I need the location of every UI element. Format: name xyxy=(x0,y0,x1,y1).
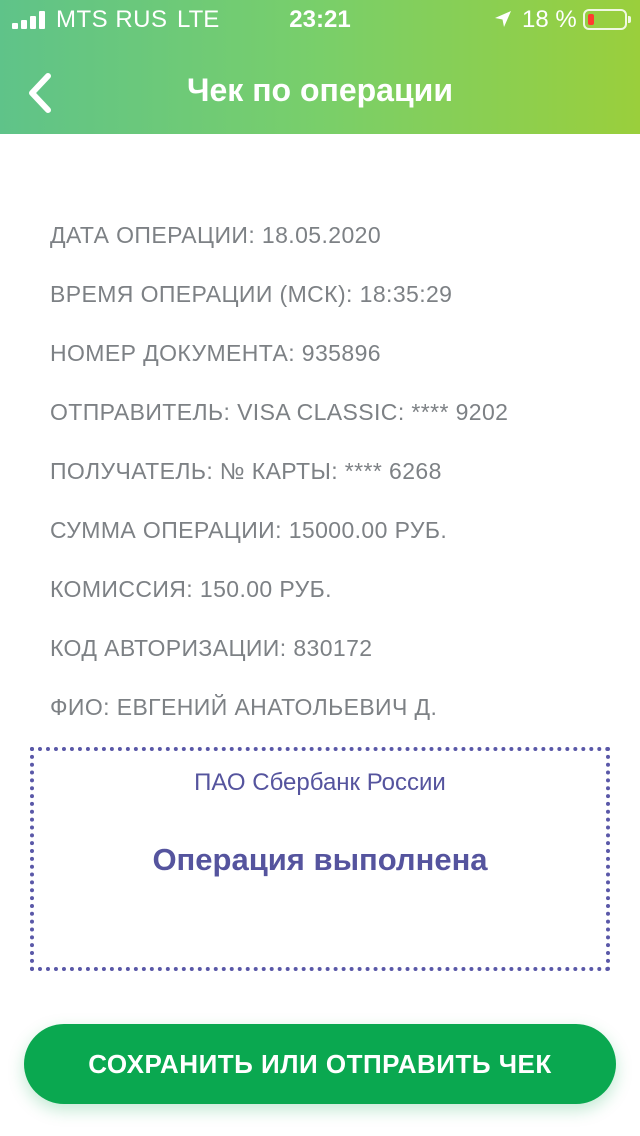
location-arrow-icon xyxy=(495,11,511,27)
detail-label: СУММА ОПЕРАЦИИ: xyxy=(50,517,282,543)
battery-percent: 18 % xyxy=(522,6,577,33)
detail-row: ФИО: ЕВГЕНИЙ АНАТОЛЬЕВИЧ Д. xyxy=(50,690,610,749)
detail-label: ФИО: xyxy=(50,694,110,720)
detail-label: ОТПРАВИТЕЛЬ: xyxy=(50,399,231,425)
scrolled-content-fragment xyxy=(0,134,640,146)
detail-row: НОМЕР ДОКУМЕНТА: 935896 xyxy=(50,336,610,395)
save-or-send-receipt-button[interactable]: СОХРАНИТЬ ИЛИ ОТПРАВИТЬ ЧЕК xyxy=(24,1024,616,1104)
bank-name: ПАО Сбербанк России xyxy=(194,769,446,796)
status-bar: MTS RUS LTE 23:21 18 % xyxy=(0,0,640,40)
battery-level-fill xyxy=(588,14,594,25)
detail-value: 830172 xyxy=(293,635,373,661)
detail-label: КОМИССИЯ: xyxy=(50,576,194,602)
receipt-screen: MTS RUS LTE 23:21 18 % Чек по операции Д… xyxy=(0,0,640,1136)
detail-value: 935896 xyxy=(301,340,381,366)
detail-value: 15000.00 РУБ. xyxy=(288,517,448,543)
header-bar: MTS RUS LTE 23:21 18 % Чек по операции xyxy=(0,0,640,134)
detail-label: ДАТА ОПЕРАЦИИ: xyxy=(50,222,256,248)
detail-label: ВРЕМЯ ОПЕРАЦИИ (МСК): xyxy=(50,281,353,307)
detail-value: № КАРТЫ: **** 6268 xyxy=(219,458,442,484)
detail-value: 150.00 РУБ. xyxy=(199,576,332,602)
detail-row: ВРЕМЯ ОПЕРАЦИИ (МСК): 18:35:29 xyxy=(50,277,610,336)
detail-row: КОМИССИЯ: 150.00 РУБ. xyxy=(50,572,610,631)
battery-icon xyxy=(583,9,631,30)
operation-details: ДАТА ОПЕРАЦИИ: 18.05.2020 ВРЕМЯ ОПЕРАЦИИ … xyxy=(50,218,610,749)
operation-status: Операция выполнена xyxy=(152,842,488,877)
detail-value: ЕВГЕНИЙ АНАТОЛЬЕВИЧ Д. xyxy=(116,694,438,720)
detail-label: КОД АВТОРИЗАЦИИ: xyxy=(50,635,287,661)
detail-row: КОД АВТОРИЗАЦИИ: 830172 xyxy=(50,631,610,690)
detail-row: ОТПРАВИТЕЛЬ: VISA CLASSIC: **** 9202 xyxy=(50,395,610,454)
detail-label: ПОЛУЧАТЕЛЬ: xyxy=(50,458,214,484)
page-title: Чек по операции xyxy=(187,72,453,108)
detail-row: СУММА ОПЕРАЦИИ: 15000.00 РУБ. xyxy=(50,513,610,572)
detail-row: ПОЛУЧАТЕЛЬ: № КАРТЫ: **** 6268 xyxy=(50,454,610,513)
bank-stamp: ПАО Сбербанк России Операция выполнена xyxy=(30,747,610,971)
detail-label: НОМЕР ДОКУМЕНТА: xyxy=(50,340,295,366)
detail-value: VISA CLASSIC: **** 9202 xyxy=(237,399,509,425)
detail-row: ДАТА ОПЕРАЦИИ: 18.05.2020 xyxy=(50,218,610,277)
detail-value: 18.05.2020 xyxy=(261,222,382,248)
detail-value: 18:35:29 xyxy=(359,281,453,307)
